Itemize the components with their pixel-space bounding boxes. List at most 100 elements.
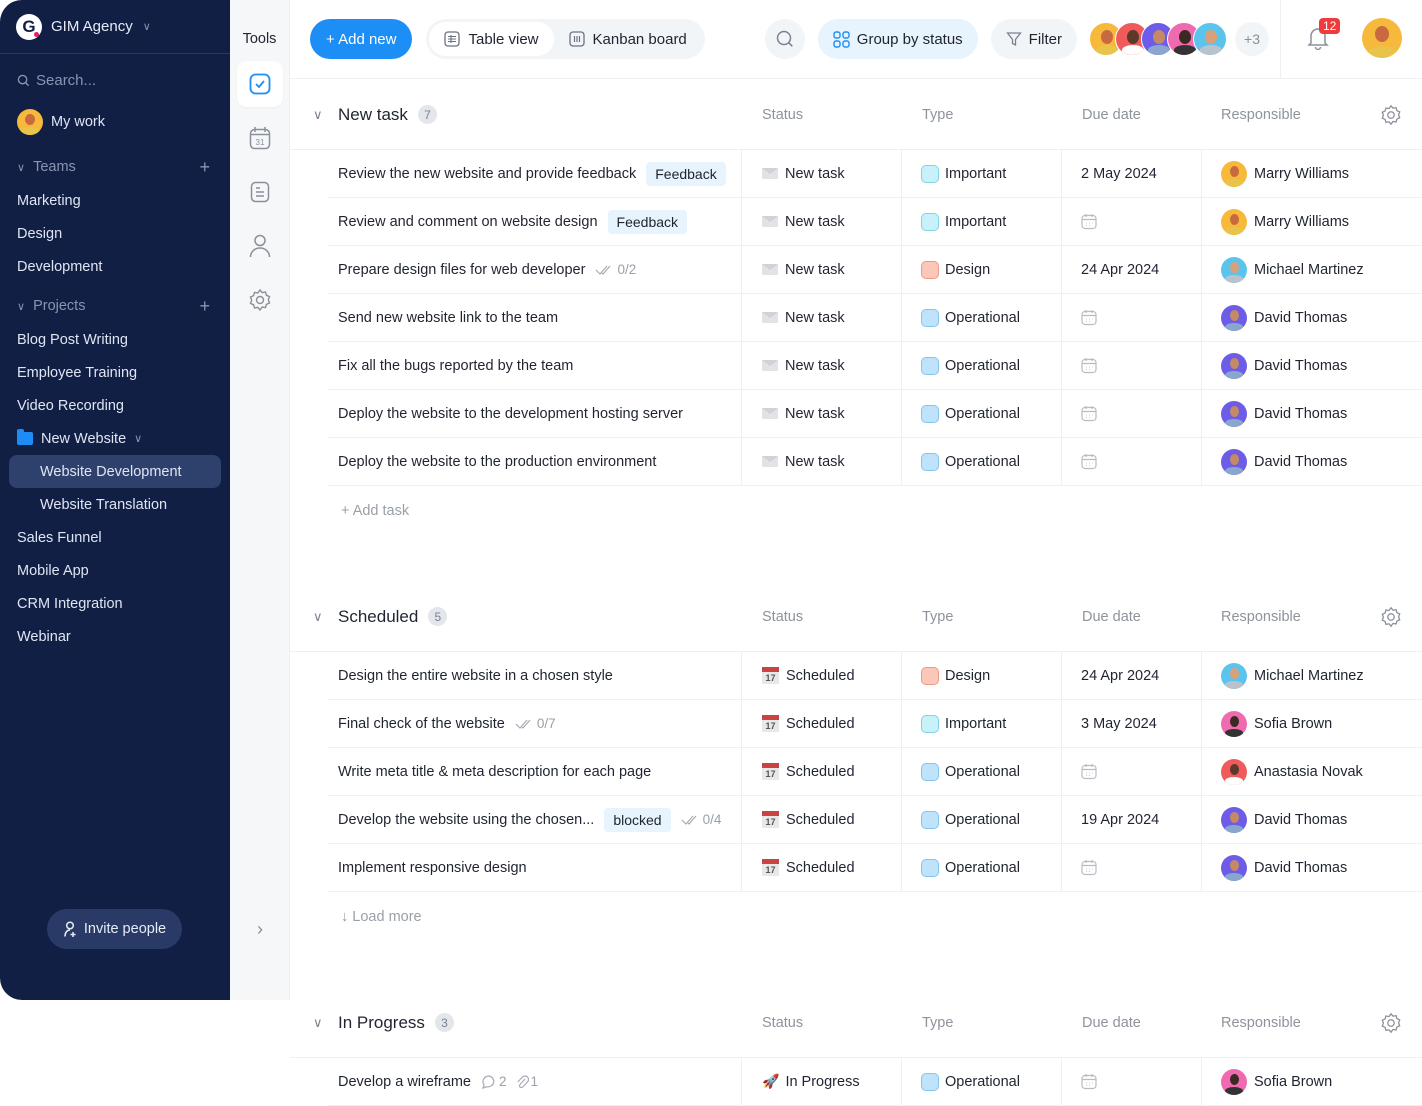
calendar-icon[interactable] [1081,1073,1097,1090]
cell-responsible[interactable]: David Thomas [1202,844,1347,891]
calendar-icon[interactable] [1081,405,1097,422]
task-name[interactable]: Prepare design files for web developer [338,262,585,278]
sidebar-item-website-development[interactable]: Website Development [9,455,221,488]
cell-type[interactable]: Operational [902,796,1062,843]
add-new-button[interactable]: + Add new [310,19,412,59]
cell-due-date[interactable] [1062,198,1202,245]
cell-due-date[interactable] [1062,748,1202,795]
sidebar-item-employee-training[interactable]: Employee Training [0,356,230,389]
cell-status[interactable]: New task [742,342,902,389]
cell-status[interactable]: 17Scheduled [742,652,902,699]
table-row[interactable]: Implement responsive design17ScheduledOp… [328,844,1422,892]
filter-button[interactable]: Filter [991,19,1077,59]
cell-due-date[interactable] [1062,844,1202,891]
cell-responsible[interactable]: Sofia Brown [1202,1058,1332,1105]
cell-due-date[interactable] [1062,438,1202,485]
cell-type[interactable]: Important [902,150,1062,197]
sidebar-item-marketing[interactable]: Marketing [0,184,230,217]
user-avatar[interactable] [1362,18,1402,58]
table-row[interactable]: Deploy the website to the development ho… [328,390,1422,438]
table-row[interactable]: Review and comment on website designFeed… [328,198,1422,246]
tab-kanban-board[interactable]: Kanban board [554,22,702,56]
cell-type[interactable]: Operational [902,748,1062,795]
task-name[interactable]: Review the new website and provide feedb… [338,166,636,182]
cell-due-date[interactable] [1062,390,1202,437]
cell-responsible[interactable]: Marry Williams [1202,198,1349,245]
cell-due-date[interactable]: 2 May 2024 [1062,150,1202,197]
calendar-icon[interactable] [1081,859,1097,876]
table-row[interactable]: Send new website link to the teamNew tas… [328,294,1422,342]
chevron-down-icon[interactable]: ∨ [313,1015,333,1031]
sidebar-item-blog-post-writing[interactable]: Blog Post Writing [0,323,230,356]
due-date-value[interactable]: 24 Apr 2024 [1081,262,1159,278]
cell-due-date[interactable]: 24 Apr 2024 [1062,246,1202,293]
teams-section-header[interactable]: ∨ Teams + [0,150,230,184]
sidebar-item-my-work[interactable]: My work [0,100,230,144]
search-button[interactable] [765,19,805,59]
task-tag[interactable]: Feedback [646,162,725,186]
cell-status[interactable]: New task [742,390,902,437]
task-name[interactable]: Send new website link to the team [338,310,558,326]
table-row[interactable]: Fix all the bugs reported by the teamNew… [328,342,1422,390]
cell-due-date[interactable]: 24 Apr 2024 [1062,652,1202,699]
cell-type[interactable]: Design [902,246,1062,293]
task-tag[interactable]: Feedback [608,210,687,234]
cell-responsible[interactable]: David Thomas [1202,796,1347,843]
task-name[interactable]: Implement responsive design [338,860,527,876]
due-date-value[interactable]: 19 Apr 2024 [1081,812,1159,828]
column-header-type[interactable]: Type [922,609,953,625]
cell-type[interactable]: Design [902,652,1062,699]
cell-responsible[interactable]: David Thomas [1202,438,1347,485]
sidebar-folder-new-website[interactable]: New Website ∨ [0,422,230,455]
cell-due-date[interactable] [1062,294,1202,341]
add-task-button[interactable]: + Add task [341,486,1422,536]
cell-due-date[interactable]: 3 May 2024 [1062,700,1202,747]
cell-type[interactable]: Important [902,700,1062,747]
column-header-responsible[interactable]: Responsible [1221,1015,1301,1031]
chevron-down-icon[interactable]: ∨ [313,609,333,625]
cell-due-date[interactable]: 19 Apr 2024 [1062,796,1202,843]
cell-type[interactable]: Operational [902,294,1062,341]
cell-status[interactable]: 17Scheduled [742,748,902,795]
due-date-value[interactable]: 24 Apr 2024 [1081,668,1159,684]
cell-responsible[interactable]: Marry Williams [1202,150,1349,197]
column-header-responsible[interactable]: Responsible [1221,107,1301,123]
calendar-icon[interactable] [1081,453,1097,470]
cell-status[interactable]: 17Scheduled [742,796,902,843]
column-header-status[interactable]: Status [762,1015,803,1031]
table-row[interactable]: Write meta title & meta description for … [328,748,1422,796]
column-header-status[interactable]: Status [762,609,803,625]
sidebar-item-development[interactable]: Development [0,250,230,283]
tool-tasks[interactable] [237,61,283,107]
cell-due-date[interactable] [1062,1058,1202,1105]
cell-responsible[interactable]: Sofia Brown [1202,700,1332,747]
table-row[interactable]: Review the new website and provide feedb… [328,150,1422,198]
cell-type[interactable]: Operational [902,1058,1062,1105]
due-date-value[interactable]: 2 May 2024 [1081,166,1157,182]
column-header-due-date[interactable]: Due date [1082,107,1141,123]
group-by-status-button[interactable]: Group by status [818,19,978,59]
cell-status[interactable]: 🚀In Progress [742,1058,902,1105]
table-row[interactable]: Develop a wireframe21🚀In ProgressOperati… [328,1058,1422,1106]
table-row[interactable]: Prepare design files for web developer0/… [328,246,1422,294]
tab-table-view[interactable]: Table view [429,22,553,56]
cell-status[interactable]: New task [742,198,902,245]
member-avatars[interactable] [1089,22,1227,56]
tool-settings[interactable] [237,277,283,323]
column-header-responsible[interactable]: Responsible [1221,609,1301,625]
cell-responsible[interactable]: Michael Martinez [1202,246,1364,293]
load-more-button[interactable]: ↓ Load more [341,892,1422,942]
more-members-button[interactable]: +3 [1235,22,1269,56]
column-header-type[interactable]: Type [922,107,953,123]
cell-status[interactable]: New task [742,150,902,197]
task-name[interactable]: Develop the website using the chosen... [338,812,594,828]
column-settings-button[interactable] [1380,606,1402,633]
comments-count[interactable]: 2 [481,1074,507,1090]
calendar-icon[interactable] [1081,357,1097,374]
calendar-icon[interactable] [1081,213,1097,230]
task-name[interactable]: Deploy the website to the development ho… [338,406,683,422]
column-settings-button[interactable] [1380,1012,1402,1039]
tool-people[interactable] [237,223,283,269]
sidebar-item-design[interactable]: Design [0,217,230,250]
task-name[interactable]: Design the entire website in a chosen st… [338,668,613,684]
